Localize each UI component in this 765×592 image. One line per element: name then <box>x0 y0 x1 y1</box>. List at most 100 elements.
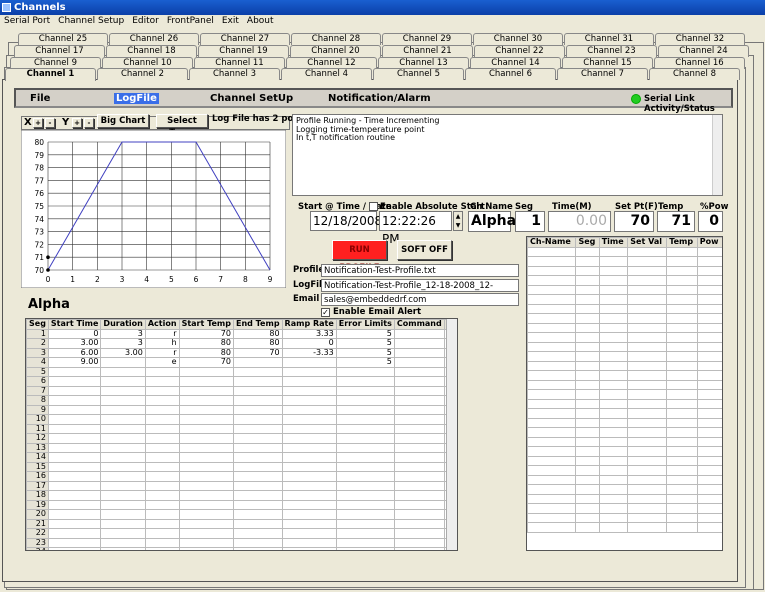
profile-cell[interactable]: 23 <box>26 537 49 548</box>
menu-channel-setup[interactable]: Channel Setup <box>58 16 124 26</box>
profile-row[interactable]: 6 <box>26 376 457 387</box>
profile-cell[interactable] <box>100 537 146 548</box>
profile-cell[interactable]: 14 <box>26 452 49 463</box>
profile-cell[interactable]: 5 <box>26 366 49 377</box>
profile-cell[interactable] <box>232 376 283 387</box>
profile-cell[interactable]: 70 <box>232 347 283 358</box>
profile-cell[interactable] <box>100 423 146 434</box>
profile-row[interactable]: 15 <box>26 461 457 472</box>
profile-cell[interactable] <box>335 366 395 377</box>
profile-cell[interactable] <box>178 404 234 415</box>
profile-cell[interactable] <box>281 528 337 539</box>
profile-cell[interactable]: 5 <box>335 338 395 349</box>
file-menu[interactable]: File <box>30 93 50 104</box>
profile-cell[interactable] <box>393 366 445 377</box>
profile-cell[interactable] <box>393 338 445 349</box>
profile-cell[interactable] <box>232 433 283 444</box>
profile-cell[interactable] <box>232 480 283 491</box>
profile-cell[interactable]: 80 <box>178 338 234 349</box>
profile-column-header[interactable]: Start Temp <box>178 319 234 330</box>
profile-cell[interactable] <box>144 461 180 472</box>
profile-cell[interactable] <box>335 433 395 444</box>
profile-cell[interactable]: 2 <box>26 338 49 349</box>
profile-row[interactable]: 23 <box>26 537 457 548</box>
profile-cell[interactable] <box>100 442 146 453</box>
profile-row[interactable]: 16 <box>26 471 457 482</box>
profile-cell[interactable] <box>144 490 180 501</box>
profile-cell[interactable] <box>144 395 180 406</box>
profile-cell[interactable] <box>393 547 445 550</box>
tab-channel-19[interactable]: Channel 19 <box>198 45 289 57</box>
tab-channel-27[interactable]: Channel 27 <box>200 33 290 45</box>
tab-channel-2[interactable]: Channel 2 <box>97 68 188 80</box>
profile-scrollbar[interactable] <box>446 319 457 550</box>
profile-cell[interactable] <box>335 452 395 463</box>
profile-cell[interactable] <box>281 357 337 368</box>
profile-cell[interactable] <box>100 357 146 368</box>
profile-row[interactable]: 36.003.00r8070-3.335T=70 <box>26 347 457 358</box>
profile-cell[interactable]: 6 <box>26 376 49 387</box>
tab-channel-1[interactable]: Channel 1 <box>5 68 96 81</box>
profile-cell[interactable] <box>335 461 395 472</box>
profile-cell[interactable]: 24 <box>26 547 49 550</box>
profile-cell[interactable] <box>281 442 337 453</box>
profile-file-field[interactable]: Notification-Test-Profile.txt <box>321 264 519 277</box>
profile-cell[interactable] <box>393 509 445 520</box>
profile-row[interactable]: 12 <box>26 433 457 444</box>
profile-row[interactable]: 103r70803.335t=2 <box>26 328 457 339</box>
profile-cell[interactable] <box>47 547 102 550</box>
profile-cell[interactable] <box>335 509 395 520</box>
profile-cell[interactable]: 19 <box>26 499 49 510</box>
profile-cell[interactable]: 5 <box>335 328 395 339</box>
profile-cell[interactable] <box>144 547 180 550</box>
profile-cell[interactable] <box>281 461 337 472</box>
profile-cell[interactable] <box>232 385 283 396</box>
profile-cell[interactable] <box>144 518 180 529</box>
y-plus-button[interactable]: + <box>72 118 82 128</box>
profile-cell[interactable] <box>281 414 337 425</box>
profile-cell[interactable] <box>232 509 283 520</box>
profile-cell[interactable] <box>178 471 234 482</box>
profile-cell[interactable]: 6.00 <box>47 347 102 358</box>
profile-row[interactable]: 19 <box>26 499 457 510</box>
tab-channel-31[interactable]: Channel 31 <box>564 33 654 45</box>
profile-cell[interactable]: -3.33 <box>281 347 337 358</box>
profile-row[interactable]: 8 <box>26 395 457 406</box>
profile-cell[interactable] <box>393 480 445 491</box>
profile-cell[interactable] <box>144 404 180 415</box>
profile-cell[interactable] <box>281 423 337 434</box>
start-date-field[interactable]: 12/18/2008 <box>310 211 382 231</box>
profile-cell[interactable] <box>232 537 283 548</box>
profile-row[interactable]: 22 <box>26 528 457 539</box>
profile-cell[interactable] <box>281 385 337 396</box>
select-trace-button[interactable]: Select Trace <box>156 114 208 138</box>
profile-cell[interactable]: 7 <box>26 385 49 396</box>
profile-cell[interactable] <box>100 471 146 482</box>
profile-cell[interactable] <box>144 376 180 387</box>
profile-cell[interactable]: r <box>144 347 180 358</box>
profile-cell[interactable]: 3 <box>26 347 49 358</box>
profile-column-header[interactable]: Start Time <box>47 319 102 330</box>
profile-cell[interactable] <box>100 509 146 520</box>
profile-cell[interactable]: 9 <box>26 404 49 415</box>
profile-cell[interactable] <box>100 376 146 387</box>
profile-cell[interactable]: 80 <box>232 328 283 339</box>
profile-cell[interactable] <box>178 537 234 548</box>
profile-cell[interactable] <box>281 499 337 510</box>
profile-cell[interactable] <box>281 509 337 520</box>
profile-cell[interactable] <box>47 404 102 415</box>
profile-cell[interactable]: 1 <box>26 328 49 339</box>
soft-off-button[interactable]: SOFT OFF <box>397 240 452 260</box>
channel-setup-menu[interactable]: Channel SetUp <box>210 93 293 104</box>
profile-cell[interactable] <box>47 442 102 453</box>
profile-cell[interactable]: 3.00 <box>100 347 146 358</box>
profile-column-header[interactable]: End Temp <box>232 319 283 330</box>
profile-cell[interactable] <box>281 490 337 501</box>
profile-cell[interactable] <box>393 461 445 472</box>
profile-cell[interactable] <box>335 499 395 510</box>
x-minus-button[interactable]: - <box>45 118 55 128</box>
profile-cell[interactable] <box>178 366 234 377</box>
profile-cell[interactable] <box>281 518 337 529</box>
email-field[interactable]: sales@embeddedrf.com <box>321 293 519 306</box>
profile-row[interactable]: 20 <box>26 509 457 520</box>
